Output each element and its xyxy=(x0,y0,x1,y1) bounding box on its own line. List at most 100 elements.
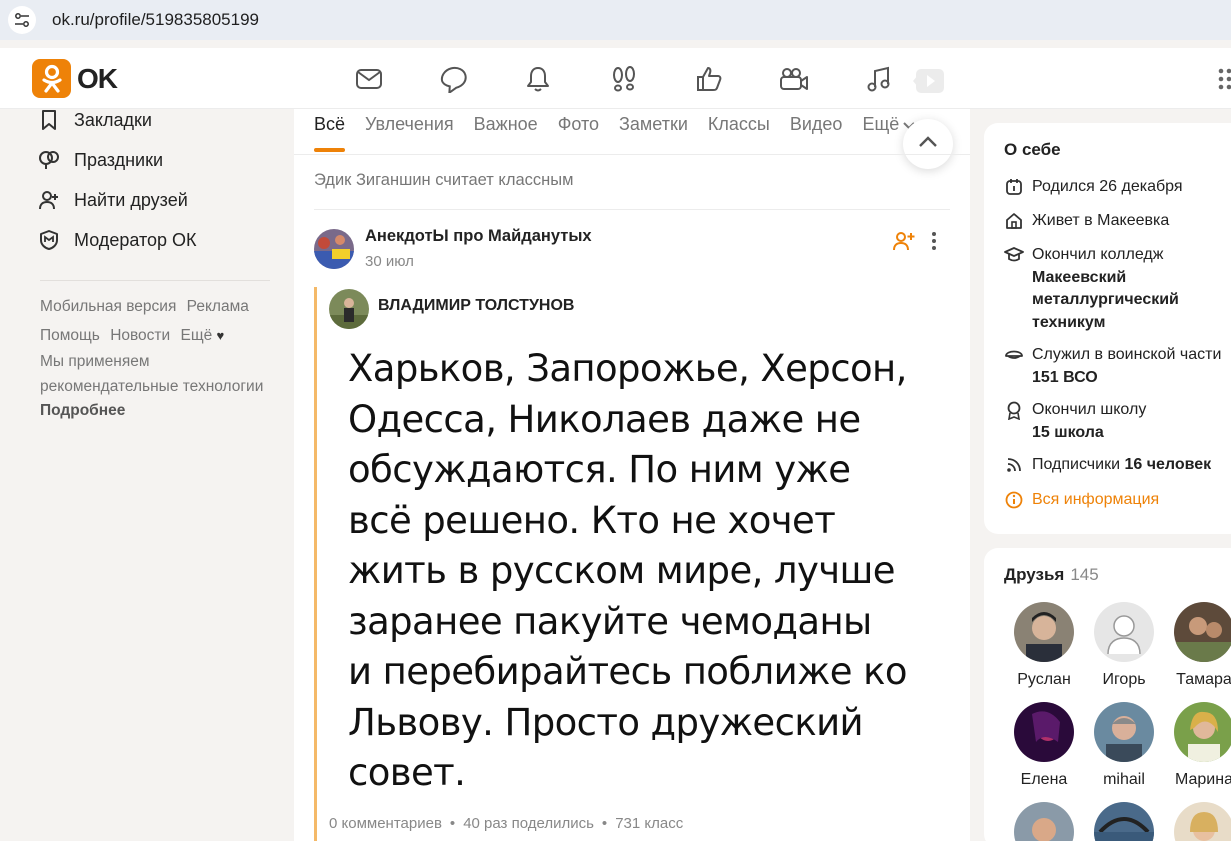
follow-group-icon[interactable] xyxy=(892,230,916,252)
friend-name: Марина xyxy=(1175,771,1231,788)
about-city: Живет в Макеевка xyxy=(1004,210,1231,233)
group-avatar[interactable] xyxy=(314,229,354,269)
tabs-divider xyxy=(294,154,970,155)
tab-hobbies[interactable]: Увлечения xyxy=(365,109,454,155)
friend-avatar xyxy=(1094,602,1154,662)
logo-text: OK xyxy=(77,62,118,94)
sidebar-item-find-friends[interactable]: Найти друзей xyxy=(38,186,188,214)
notifications-bell-icon[interactable] xyxy=(521,62,555,96)
ok-logo[interactable]: OK xyxy=(32,59,118,98)
sidebar-item-bookmarks[interactable]: Закладки xyxy=(38,106,152,134)
about-subscribers[interactable]: Подписчики 16 человек xyxy=(1004,454,1231,477)
recommendation-text: Мы применяем рекомендательные технологии xyxy=(40,353,264,395)
friend-name: Руслан xyxy=(1017,671,1071,688)
about-birthday: Родился 26 декабря xyxy=(1004,176,1231,199)
repost-author-avatar[interactable] xyxy=(329,289,369,329)
rss-subscribers-icon xyxy=(1004,455,1024,475)
post-text-line: и перебирайтесь поближе ко xyxy=(348,650,908,693)
friend-card[interactable] xyxy=(1164,802,1231,841)
friend-avatar xyxy=(1014,602,1074,662)
school-name[interactable]: 15 школа xyxy=(1032,424,1104,441)
apps-grid-icon[interactable] xyxy=(1217,68,1231,92)
guests-footprints-icon[interactable] xyxy=(607,62,641,96)
post-group-name[interactable]: АнекдотЫ про Майданутых xyxy=(365,227,592,246)
tab-video[interactable]: Видео xyxy=(790,109,843,155)
tab-photo[interactable]: Фото xyxy=(558,109,599,155)
friends-title[interactable]: Друзья 145 xyxy=(1004,565,1099,585)
tab-notes[interactable]: Заметки xyxy=(619,109,688,155)
comments-count[interactable]: 0 комментариев xyxy=(329,815,442,832)
friend-avatar xyxy=(1174,602,1231,662)
url-text[interactable]: ok.ru/profile/519835805199 xyxy=(52,10,259,30)
friend-avatar xyxy=(1014,702,1074,762)
post-text-line: жить в русском мире, лучше xyxy=(348,549,896,592)
sidebar-item-holidays[interactable]: Праздники xyxy=(38,146,163,174)
site-settings-icon[interactable] xyxy=(8,6,36,34)
friends-title-label: Друзья xyxy=(1004,565,1065,584)
friend-avatar xyxy=(1094,702,1154,762)
video-camera-icon[interactable] xyxy=(777,62,811,96)
military-unit[interactable]: 151 ВСО xyxy=(1032,369,1098,386)
friend-card[interactable] xyxy=(1004,802,1084,841)
footer-link-help[interactable]: Помощь xyxy=(40,327,100,344)
recommendation-more-link[interactable]: Подробнее xyxy=(40,402,125,419)
address-field[interactable]: ok.ru/profile/519835805199 xyxy=(0,0,1231,40)
video-play-badge-icon[interactable] xyxy=(912,64,946,98)
friend-name: Тамара xyxy=(1176,671,1231,688)
friend-card[interactable]: Марина xyxy=(1164,702,1231,789)
about-college: Окончил колледж Макеевский металлургическ… xyxy=(1004,244,1231,334)
balloons-icon xyxy=(38,149,60,171)
about-school: Окончил школу 15 школа xyxy=(1004,399,1231,444)
friend-avatar xyxy=(1174,702,1231,762)
feed-tabs: Всё Увлечения Важное Фото Заметки Классы… xyxy=(314,109,935,155)
friend-card[interactable]: Тамара xyxy=(1164,602,1231,689)
military-beret-icon xyxy=(1004,345,1024,365)
footer-link-mobile[interactable]: Мобильная версия xyxy=(40,298,176,315)
footer-link-ads[interactable]: Реклама xyxy=(187,298,249,315)
messages-icon[interactable] xyxy=(352,62,386,96)
repost-author-name[interactable]: ВЛАДИМИР ТОЛСТУНОВ xyxy=(378,297,574,315)
shares-count[interactable]: 40 раз поделились xyxy=(463,815,594,832)
tab-more-label: Ещё xyxy=(862,114,900,134)
music-note-icon[interactable] xyxy=(862,62,896,96)
footer-more-label: Ещё xyxy=(180,327,213,344)
lives-prefix: Живет в xyxy=(1032,212,1093,229)
post-text-line: заранее пакуйте чемоданы xyxy=(348,599,872,643)
friend-name: mihail xyxy=(1103,771,1145,788)
add-friend-icon xyxy=(38,189,60,211)
stats-separator: • xyxy=(601,815,608,832)
post-text-line: обсуждаются. По ним уже xyxy=(348,448,851,491)
post-text-image[interactable]: Харьков, Запорожье, Херсон, Одесса, Нико… xyxy=(348,344,908,799)
friend-card[interactable]: mihail xyxy=(1084,702,1164,789)
likes-count[interactable]: 731 класс xyxy=(615,815,683,832)
friend-card[interactable]: Елена xyxy=(1004,702,1084,789)
birthday-text: Родился 26 декабря xyxy=(1032,178,1183,195)
friend-card[interactable] xyxy=(1084,802,1164,841)
friend-avatar xyxy=(1014,802,1074,841)
tab-all[interactable]: Всё xyxy=(314,109,346,155)
lives-city[interactable]: Макеевка xyxy=(1097,212,1169,229)
post-more-options-icon[interactable] xyxy=(927,230,941,252)
footer-more-button[interactable]: Ещё ♥ xyxy=(181,327,225,344)
sidebar-item-moderator[interactable]: Модератор ОК xyxy=(38,226,197,254)
scroll-up-button[interactable] xyxy=(903,119,953,169)
friend-card[interactable]: Игорь xyxy=(1084,602,1164,689)
sidebar-item-label: Модератор ОК xyxy=(74,229,197,250)
about-title: О себе xyxy=(1004,140,1061,159)
main-feed: Всё Увлечения Важное Фото Заметки Классы… xyxy=(294,109,970,841)
post-date: 30 июл xyxy=(365,253,414,270)
college-name[interactable]: Макеевский металлургический техникум xyxy=(1032,269,1179,331)
all-info-link[interactable]: Вся информация xyxy=(1004,489,1231,512)
tab-likes[interactable]: Классы xyxy=(708,109,770,155)
tab-important[interactable]: Важное xyxy=(474,109,538,155)
friends-count: 145 xyxy=(1070,565,1099,584)
activity-line[interactable]: Эдик Зиганшин считает классным xyxy=(314,171,573,190)
discussions-icon[interactable] xyxy=(437,62,471,96)
footer-link-news[interactable]: Новости xyxy=(110,327,170,344)
all-info-label: Вся информация xyxy=(1032,491,1160,508)
friend-card[interactable]: Руслан xyxy=(1004,602,1084,689)
military-prefix: Служил в воинской части xyxy=(1032,346,1222,363)
moderator-shield-icon xyxy=(38,229,60,251)
ok-logo-icon xyxy=(32,59,71,98)
likes-thumb-icon[interactable] xyxy=(692,62,726,96)
